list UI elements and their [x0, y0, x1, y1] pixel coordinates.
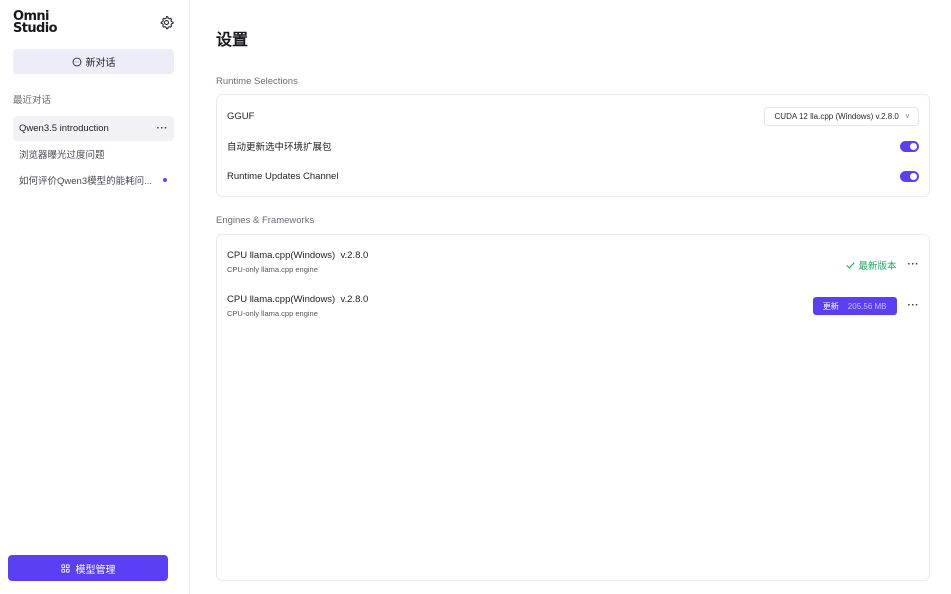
app-logo[interactable]: Omni Studio — [13, 10, 58, 36]
update-engine-button[interactable]: 更新 205.56 MB — [812, 297, 897, 315]
chat-item[interactable]: Qwen3.5 introduction ··· — [13, 116, 174, 141]
new-chat-label: 新对话 — [85, 58, 116, 69]
engine-actions: 更新 205.56 MB ··· — [812, 297, 920, 315]
new-chat-button[interactable]: 新对话 — [13, 49, 174, 74]
engine-more-icon[interactable]: ··· — [908, 260, 920, 270]
chat-item[interactable]: 浏览器曝光过度问题 — [13, 142, 174, 167]
auto-update-label: 自动更新选中环境扩展包 — [227, 142, 332, 153]
chevron-down-icon: ∨ — [904, 113, 910, 120]
unread-dot-icon — [163, 177, 167, 182]
update-label: 更新 — [822, 301, 839, 311]
updates-channel-label: Runtime Updates Channel — [227, 170, 339, 182]
updates-channel-toggle[interactable] — [900, 170, 919, 182]
engine-name: CPU llama.cpp(Windows) v.2.8.0 — [227, 294, 369, 305]
engines-section-title: Engines & Frameworks — [216, 215, 315, 226]
chat-bubble-icon — [72, 57, 81, 66]
chat-list: Qwen3.5 introduction ··· 浏览器曝光过度问题 如何评价Q… — [13, 116, 174, 193]
gear-icon[interactable] — [159, 15, 174, 30]
chat-item-title: 如何评价Qwen3模型的能耗问... — [19, 175, 153, 187]
chat-more-icon[interactable]: ··· — [157, 123, 169, 134]
recent-chats-heading: 最近对话 — [13, 95, 52, 106]
grid-icon — [60, 563, 70, 573]
latest-version-label: 最新版本 — [858, 261, 897, 272]
sidebar: Omni Studio 新对话 最近对话 Qwen3.5 introductio… — [0, 0, 190, 594]
model-management-button[interactable]: 模型管理 — [8, 555, 168, 581]
chat-item-title: 浏览器曝光过度问题 — [19, 150, 105, 161]
check-icon — [847, 261, 855, 269]
runtime-card: GGUF CUDA 12 lla.cpp (Windows) v.2.8.0 ∨… — [216, 94, 930, 197]
auto-update-toggle[interactable] — [900, 140, 919, 152]
logo-line-2: Studio — [13, 21, 58, 36]
runtime-section-title: Runtime Selections — [216, 76, 298, 87]
chat-item-title: Qwen3.5 introduction — [19, 123, 109, 134]
latest-version-status: 最新版本 — [846, 258, 897, 272]
engine-more-icon[interactable]: ··· — [908, 301, 920, 311]
chat-item[interactable]: 如何评价Qwen3模型的能耗问... — [13, 167, 174, 192]
gguf-runtime-select[interactable]: CUDA 12 lla.cpp (Windows) v.2.8.0 ∨ — [763, 106, 919, 126]
auto-update-row: 自动更新选中环境扩展包 — [227, 139, 919, 153]
model-management-label: 模型管理 — [75, 564, 116, 576]
engine-name: CPU llama.cpp(Windows) v.2.8.0 — [227, 250, 369, 261]
gguf-selected-value: CUDA 12 lla.cpp (Windows) v.2.8.0 — [774, 111, 899, 121]
gguf-label: GGUF — [227, 110, 255, 122]
engines-card: CPU llama.cpp(Windows) v.2.8.0 CPU-only … — [216, 234, 930, 581]
engine-row: CPU llama.cpp(Windows) v.2.8.0 CPU-only … — [227, 294, 919, 322]
gguf-row: GGUF CUDA 12 lla.cpp (Windows) v.2.8.0 ∨ — [227, 106, 919, 126]
updates-channel-row: Runtime Updates Channel — [227, 169, 919, 183]
engine-actions: 最新版本 ··· — [846, 258, 919, 272]
page-title: 设置 — [216, 32, 249, 49]
engine-row: CPU llama.cpp(Windows) v.2.8.0 CPU-only … — [227, 250, 919, 278]
engine-description: CPU-only llama.cpp engine — [227, 265, 318, 274]
engine-description: CPU-only llama.cpp engine — [227, 309, 318, 318]
update-size: 205.56 MB — [847, 301, 887, 311]
